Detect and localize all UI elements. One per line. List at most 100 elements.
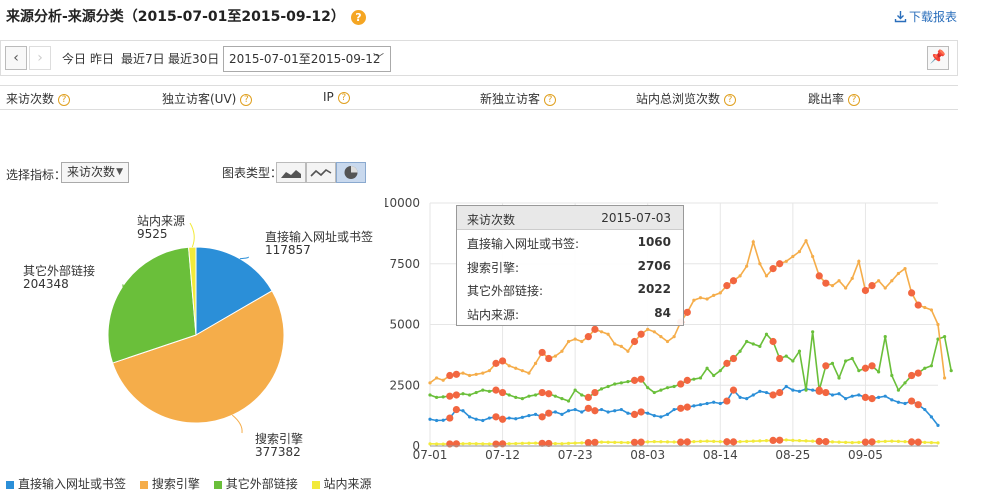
data-point[interactable]	[705, 366, 709, 370]
data-point[interactable]	[659, 335, 663, 339]
data-point[interactable]	[560, 442, 564, 446]
highlight-marker[interactable]	[776, 388, 784, 397]
highlight-marker[interactable]	[492, 440, 500, 448]
data-point[interactable]	[811, 254, 815, 259]
data-point[interactable]	[606, 410, 610, 414]
data-point[interactable]	[751, 439, 755, 443]
data-point[interactable]	[665, 339, 670, 344]
highlight-marker[interactable]	[538, 413, 546, 421]
data-point[interactable]	[751, 240, 755, 244]
data-point[interactable]	[942, 335, 947, 339]
highlight-marker[interactable]	[822, 362, 830, 370]
data-point[interactable]	[791, 359, 795, 363]
data-point[interactable]	[797, 389, 802, 393]
highlight-marker[interactable]	[498, 357, 507, 365]
data-point[interactable]	[606, 384, 610, 389]
data-point[interactable]	[830, 393, 835, 397]
data-point[interactable]	[626, 440, 630, 445]
data-point[interactable]	[652, 414, 656, 418]
data-point[interactable]	[487, 442, 491, 446]
data-point[interactable]	[533, 441, 538, 445]
highlight-marker[interactable]	[591, 407, 599, 415]
data-point[interactable]	[923, 440, 927, 444]
data-point[interactable]	[692, 377, 696, 381]
legend-item[interactable]: 搜索引擎	[139, 475, 200, 492]
data-point[interactable]	[573, 407, 577, 412]
data-point[interactable]	[659, 440, 663, 444]
data-point[interactable]	[487, 416, 491, 420]
data-point[interactable]	[599, 440, 604, 444]
data-point[interactable]	[758, 262, 762, 266]
data-point[interactable]	[830, 440, 835, 444]
data-point[interactable]	[791, 254, 795, 259]
data-point[interactable]	[580, 410, 584, 414]
data-point[interactable]	[883, 286, 887, 290]
data-point[interactable]	[599, 330, 604, 334]
data-point[interactable]	[646, 386, 650, 390]
data-point[interactable]	[896, 388, 901, 392]
data-point[interactable]	[573, 337, 577, 341]
data-point[interactable]	[566, 441, 571, 445]
data-point[interactable]	[487, 369, 491, 373]
data-point[interactable]	[619, 440, 623, 445]
highlight-marker[interactable]	[683, 438, 691, 446]
highlight-marker[interactable]	[584, 438, 592, 447]
data-point[interactable]	[705, 297, 709, 301]
data-point[interactable]	[936, 441, 940, 445]
data-point[interactable]	[533, 412, 538, 417]
highlight-marker[interactable]	[868, 282, 876, 290]
data-point[interactable]	[745, 339, 749, 344]
data-point[interactable]	[467, 441, 472, 446]
line-chart-button[interactable]	[306, 162, 336, 183]
highlight-marker[interactable]	[776, 260, 784, 268]
highlight-marker[interactable]	[861, 438, 870, 446]
data-point[interactable]	[672, 384, 676, 389]
data-point[interactable]	[949, 369, 953, 373]
data-point[interactable]	[434, 442, 439, 446]
data-point[interactable]	[580, 393, 584, 397]
highlight-marker[interactable]	[538, 388, 546, 397]
highlight-marker[interactable]	[729, 438, 738, 446]
data-point[interactable]	[474, 442, 478, 446]
highlight-marker[interactable]	[868, 362, 876, 370]
area-chart-button[interactable]	[276, 162, 306, 183]
data-point[interactable]	[481, 371, 485, 375]
data-point[interactable]	[738, 440, 742, 444]
highlight-marker[interactable]	[498, 415, 507, 423]
highlight-marker[interactable]	[446, 371, 454, 380]
metric-new-uv[interactable]: 新独立访客?	[480, 90, 557, 107]
data-point[interactable]	[461, 371, 465, 375]
legend-item[interactable]: 站内来源	[311, 475, 372, 492]
next-button[interactable]: ›	[29, 46, 51, 70]
data-point[interactable]	[613, 342, 617, 346]
metric-uv[interactable]: 独立访客(UV)?	[162, 90, 253, 107]
highlight-marker[interactable]	[861, 393, 870, 401]
highlight-marker[interactable]	[914, 438, 922, 446]
data-point[interactable]	[903, 440, 907, 444]
highlight-marker[interactable]	[723, 359, 731, 367]
data-point[interactable]	[936, 322, 940, 327]
data-point[interactable]	[890, 279, 894, 283]
data-point[interactable]	[646, 411, 650, 415]
data-point[interactable]	[441, 378, 445, 382]
highlight-marker[interactable]	[446, 392, 454, 400]
data-point[interactable]	[619, 344, 623, 348]
data-point[interactable]	[573, 441, 577, 445]
data-point[interactable]	[619, 407, 623, 412]
highlight-marker[interactable]	[914, 301, 922, 309]
data-point[interactable]	[942, 376, 947, 380]
highlight-marker[interactable]	[584, 404, 592, 412]
data-point[interactable]	[527, 371, 531, 375]
data-point[interactable]	[467, 373, 472, 378]
highlight-marker[interactable]	[815, 437, 823, 445]
data-point[interactable]	[626, 380, 630, 384]
data-point[interactable]	[461, 392, 465, 396]
data-point[interactable]	[804, 439, 808, 443]
data-point[interactable]	[718, 291, 722, 295]
data-point[interactable]	[811, 330, 815, 334]
data-point[interactable]	[923, 366, 927, 370]
data-point[interactable]	[764, 274, 769, 278]
data-point[interactable]	[844, 440, 848, 444]
download-report-button[interactable]: 下载报表	[894, 8, 957, 25]
data-point[interactable]	[652, 390, 656, 395]
